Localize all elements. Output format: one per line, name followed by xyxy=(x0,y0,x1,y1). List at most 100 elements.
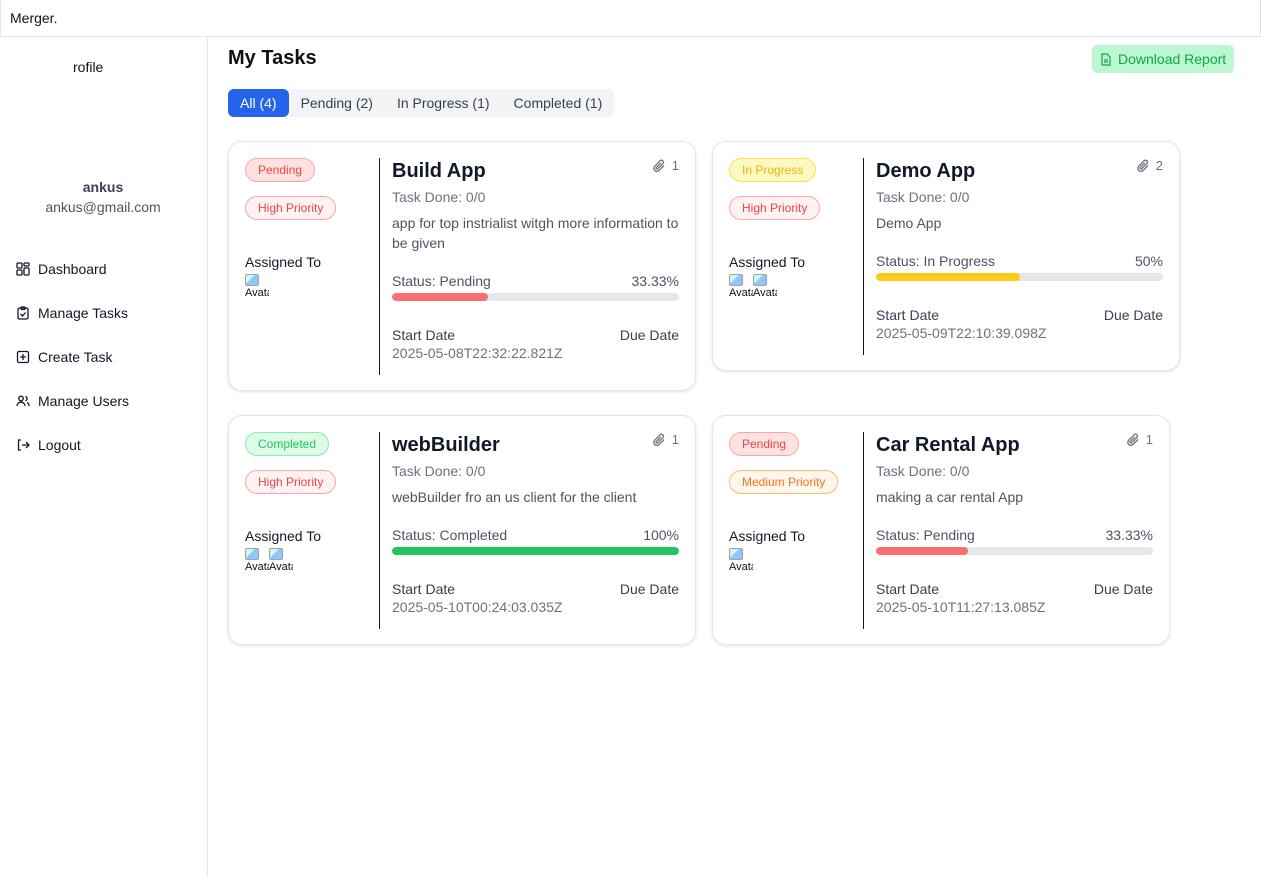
task-description: Demo App xyxy=(876,215,942,231)
attachment-count: 2 xyxy=(1136,158,1163,173)
sidebar-item-logout[interactable]: Logout xyxy=(16,423,129,467)
tab-completed[interactable]: Completed (1) xyxy=(502,89,615,117)
tab-in-progress[interactable]: In Progress (1) xyxy=(385,89,502,117)
sidebar-item-label: Create Task xyxy=(38,349,113,365)
download-report-label: Download Report xyxy=(1118,51,1227,67)
sidebar-item-manage-tasks[interactable]: Manage Tasks xyxy=(16,291,129,335)
task-title: Car Rental App xyxy=(876,434,1020,456)
status-badge: Pending xyxy=(245,158,316,182)
main-content: My Tasks Download Report All (4) Pending… xyxy=(208,37,1261,877)
grid-icon xyxy=(16,262,30,276)
assigned-to-label: Assigned To xyxy=(729,254,806,270)
logout-icon xyxy=(16,438,30,452)
file-icon xyxy=(1101,52,1111,66)
square-plus-icon xyxy=(16,350,30,364)
start-date-label: Start Date xyxy=(876,581,940,597)
start-date-value: 2025-05-10T00:24:03.035Z xyxy=(392,599,563,615)
start-date-label: Start Date xyxy=(392,327,456,343)
avatar: Avatar xyxy=(245,548,269,572)
assignee-avatars: Avatar Avatar xyxy=(729,274,863,298)
progress-percent: 33.33% xyxy=(1105,527,1153,543)
user-email: ankus@gmail.com xyxy=(45,199,161,215)
task-done: Task Done: 0/0 xyxy=(392,189,486,205)
task-title: Build App xyxy=(392,160,486,182)
priority-badge: High Priority xyxy=(729,196,821,220)
avatar: Avatar xyxy=(729,548,753,572)
priority-badge: High Priority xyxy=(245,470,337,494)
page-title: My Tasks xyxy=(228,47,317,69)
card-divider xyxy=(863,158,864,355)
status-badge: Pending xyxy=(729,432,800,456)
progress-percent: 100% xyxy=(643,527,679,543)
progress-fill xyxy=(876,273,1020,281)
task-done: Task Done: 0/0 xyxy=(876,463,970,479)
task-done: Task Done: 0/0 xyxy=(876,189,970,205)
avatar: Avatar xyxy=(729,274,753,298)
task-card[interactable]: In Progress High Priority Assigned To Av… xyxy=(712,141,1180,371)
status-text: Status: Completed xyxy=(392,527,508,543)
card-divider xyxy=(863,432,864,629)
avatar: Avatar xyxy=(753,274,777,298)
tab-pending[interactable]: Pending (2) xyxy=(289,89,385,117)
progress-bar xyxy=(876,547,1153,555)
task-card[interactable]: Pending Medium Priority Assigned To Avat… xyxy=(712,415,1170,645)
paperclip-icon xyxy=(1136,159,1149,172)
sidebar-item-label: Logout xyxy=(38,437,81,453)
progress-bar xyxy=(392,547,679,555)
task-title: Demo App xyxy=(876,160,976,182)
sidebar-item-manage-users[interactable]: Manage Users xyxy=(16,379,129,423)
profile-image: rofile xyxy=(73,59,104,75)
tab-all[interactable]: All (4) xyxy=(228,89,289,117)
status-badge: In Progress xyxy=(729,158,817,182)
sidebar-item-label: Manage Tasks xyxy=(38,305,129,321)
card-divider xyxy=(379,432,380,629)
start-date-value: 2025-05-08T22:32:22.821Z xyxy=(392,345,563,361)
app-title: Merger. xyxy=(10,10,58,26)
users-icon xyxy=(16,394,30,408)
sidebar-nav: Dashboard Manage Tasks Create Task Manag… xyxy=(16,247,129,467)
due-date-label: Due Date xyxy=(1093,581,1153,597)
start-date-label: Start Date xyxy=(392,581,456,597)
status-text: Status: Pending xyxy=(392,273,491,289)
user-name: ankus xyxy=(82,179,124,195)
assigned-to-label: Assigned To xyxy=(245,528,322,544)
assignee-avatars: Avatar xyxy=(245,274,379,298)
start-date-value: 2025-05-10T11:27:13.085Z xyxy=(876,599,1046,615)
paperclip-icon xyxy=(1126,433,1139,446)
status-text: Status: Pending xyxy=(876,527,975,543)
progress-percent: 50% xyxy=(1134,253,1163,269)
progress-bar xyxy=(876,273,1163,281)
sidebar: rofile ankus ankus@gmail.com Dashboard M… xyxy=(0,37,208,877)
priority-badge: Medium Priority xyxy=(729,470,839,494)
progress-percent: 33.33% xyxy=(631,273,679,289)
due-date-label: Due Date xyxy=(619,327,679,343)
priority-badge: High Priority xyxy=(245,196,337,220)
attachment-count: 1 xyxy=(652,158,679,173)
task-title: webBuilder xyxy=(392,434,500,456)
assignee-avatars: Avatar Avatar xyxy=(245,548,379,572)
task-description: making a car rental App xyxy=(876,489,1024,505)
due-date-label: Due Date xyxy=(619,581,679,597)
start-date-value: 2025-05-09T22:10:39.098Z xyxy=(876,325,1047,341)
task-done: Task Done: 0/0 xyxy=(392,463,486,479)
progress-fill xyxy=(392,293,488,301)
attachment-count: 1 xyxy=(652,432,679,447)
sidebar-item-label: Manage Users xyxy=(38,393,130,409)
status-tabs: All (4) Pending (2) In Progress (1) Comp… xyxy=(228,89,615,117)
task-card[interactable]: Pending High Priority Assigned To Avatar… xyxy=(228,141,696,391)
assignee-avatars: Avatar xyxy=(729,548,863,572)
attachment-count: 1 xyxy=(1126,432,1153,447)
task-card[interactable]: Completed High Priority Assigned To Avat… xyxy=(228,415,696,645)
assigned-to-label: Assigned To xyxy=(729,528,806,544)
start-date-label: Start Date xyxy=(876,307,940,323)
sidebar-item-label: Dashboard xyxy=(38,261,107,277)
status-badge: Completed xyxy=(245,432,330,456)
progress-bar xyxy=(392,293,679,301)
progress-fill xyxy=(876,547,969,555)
sidebar-item-create-task[interactable]: Create Task xyxy=(16,335,129,379)
download-report-button[interactable]: Download Report xyxy=(1092,45,1235,73)
paperclip-icon xyxy=(652,159,665,172)
sidebar-item-dashboard[interactable]: Dashboard xyxy=(16,247,129,291)
avatar: Avatar xyxy=(269,548,293,572)
avatar: Avatar xyxy=(245,274,269,298)
